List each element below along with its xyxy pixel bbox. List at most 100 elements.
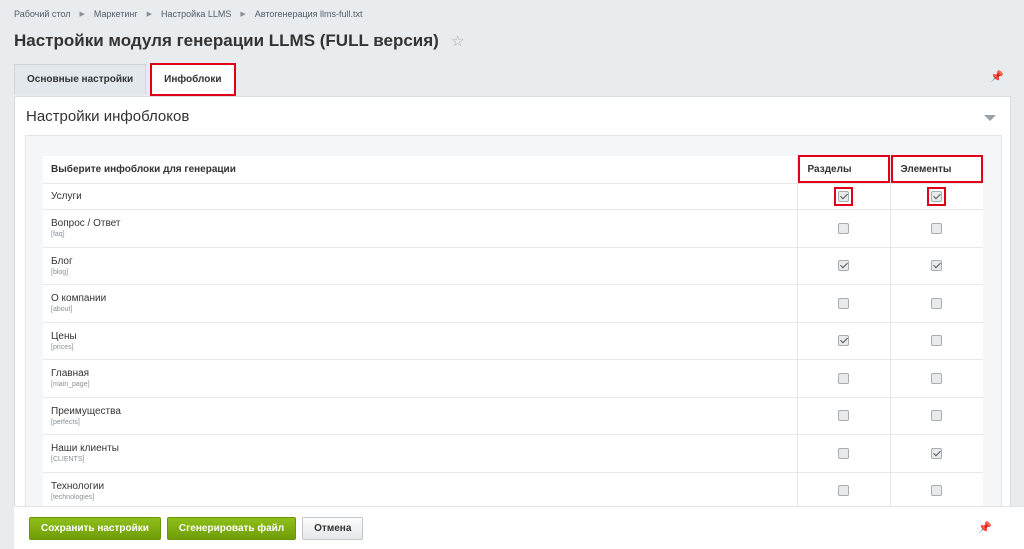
elements-cell: [889, 284, 983, 323]
elements-cell: [889, 322, 983, 360]
infoblock-name-cell: Главная [main_page]: [43, 359, 797, 398]
infoblock-code: [prices]: [51, 343, 74, 351]
infoblock-name: Блог: [51, 255, 73, 267]
highlight-box: Разделы: [797, 155, 890, 183]
sections-cell: [796, 183, 890, 210]
infoblock-name-cell: Технологии [technologies]: [43, 472, 797, 510]
breadcrumb-item[interactable]: Маркетинг: [94, 9, 138, 19]
infoblock-name-cell: Наши клиенты [CLIENTS]: [43, 434, 797, 473]
infoblock-code: [perfects]: [51, 418, 80, 426]
elements-checkbox[interactable]: [931, 260, 943, 272]
sections-checkbox[interactable]: [838, 260, 849, 272]
highlight-box: [927, 187, 947, 206]
table-row: Цены [prices]: [43, 322, 983, 360]
star-icon[interactable]: ☆: [451, 32, 464, 50]
tab-infoblocks[interactable]: Инфоблоки: [150, 63, 236, 96]
sections-checkbox[interactable]: [838, 335, 849, 347]
infoblock-code: [technologies]: [51, 493, 95, 501]
breadcrumb: Рабочий стол ▶ Маркетинг ▶ Настройка LLM…: [14, 9, 363, 19]
infoblock-name: Вопрос / Ответ: [51, 218, 121, 230]
infoblock-code: [CLIENTS]: [51, 456, 85, 464]
infoblock-code: [main_page]: [51, 381, 90, 389]
sections-cell: [796, 434, 890, 473]
infoblock-name-cell: Цены [prices]: [43, 322, 797, 360]
sections-checkbox[interactable]: [838, 372, 849, 384]
column-header-elements-label: Элементы: [900, 163, 952, 175]
elements-checkbox[interactable]: [931, 372, 943, 384]
sections-checkbox[interactable]: [838, 222, 849, 234]
page-title: Настройки модуля генерации LLMS (FULL ве…: [14, 31, 464, 51]
sections-checkbox[interactable]: [838, 191, 849, 202]
sections-cell: [796, 284, 890, 323]
tab-bar: Основные настройки Инфоблоки: [14, 63, 240, 96]
highlight-box: [834, 187, 853, 206]
sections-checkbox[interactable]: [838, 410, 849, 422]
infoblocks-table: Выберите инфоблоки для генерации Разделы…: [43, 155, 983, 510]
sections-cell: [796, 397, 890, 435]
elements-cell: [889, 183, 983, 210]
sections-checkbox[interactable]: [838, 447, 849, 459]
column-header-sections-label: Разделы: [807, 163, 852, 175]
cancel-button[interactable]: Отмена: [302, 516, 364, 540]
elements-cell: [889, 472, 983, 510]
table-header-row: Выберите инфоблоки для генерации Разделы…: [43, 155, 983, 184]
settings-panel: Настройки инфоблоков Выберите инфоблоки …: [14, 96, 1011, 516]
elements-cell: [889, 209, 983, 248]
chevron-right-icon: ▶: [79, 11, 85, 18]
infoblock-name-cell: Вопрос / Ответ [faq]: [43, 209, 797, 248]
chevron-right-icon: ▶: [240, 11, 246, 18]
sections-checkbox[interactable]: [838, 485, 849, 497]
infoblock-name-cell: Услуги: [43, 183, 797, 210]
infoblock-name: Главная: [51, 368, 90, 380]
elements-cell: [889, 247, 983, 285]
pin-icon[interactable]: 📌: [990, 70, 1004, 83]
column-header-name: Выберите инфоблоки для генерации: [43, 156, 797, 184]
infoblock-name: Технологии: [51, 480, 105, 492]
elements-checkbox[interactable]: [931, 297, 943, 309]
elements-cell: [889, 359, 983, 398]
infoblock-code: [faq]: [51, 231, 65, 239]
elements-checkbox[interactable]: [931, 447, 943, 459]
chevron-right-icon: ▶: [146, 11, 153, 18]
table-row: Технологии [technologies]: [43, 472, 983, 510]
infoblock-code: [about]: [51, 306, 73, 314]
elements-checkbox[interactable]: [931, 410, 943, 422]
infoblocks-area: Выберите инфоблоки для генерации Разделы…: [25, 135, 1002, 515]
sections-cell: [796, 247, 890, 285]
infoblock-name: Цены: [51, 330, 77, 342]
breadcrumb-item[interactable]: Рабочий стол: [14, 9, 71, 19]
table-row: Блог [blog]: [43, 247, 983, 285]
breadcrumb-item[interactable]: Автогенерация llms-full.txt: [255, 9, 363, 19]
sections-checkbox[interactable]: [838, 297, 849, 309]
elements-checkbox[interactable]: [931, 485, 943, 497]
page-title-text: Настройки модуля генерации LLMS (FULL ве…: [14, 31, 439, 50]
collapse-icon[interactable]: [984, 115, 996, 121]
table-row: О компании [about]: [43, 284, 983, 323]
infoblock-name-cell: Блог [blog]: [43, 247, 797, 285]
elements-checkbox[interactable]: [931, 335, 943, 347]
sections-cell: [796, 209, 890, 248]
sections-cell: [796, 472, 890, 510]
generate-file-button[interactable]: Сгенерировать файл: [166, 516, 297, 540]
highlight-box: Элементы: [890, 155, 983, 183]
infoblock-name-cell: О компании [about]: [43, 284, 797, 323]
infoblock-name: Услуги: [51, 191, 82, 202]
column-header-sections: Разделы: [796, 155, 890, 184]
footer-bar: Сохранить настройки Сгенерировать файл О…: [14, 506, 1024, 549]
tab-main-settings[interactable]: Основные настройки: [14, 64, 147, 94]
infoblock-name: О компании: [51, 293, 107, 305]
sections-cell: [796, 359, 890, 398]
breadcrumb-item[interactable]: Настройка LLMS: [161, 9, 231, 19]
save-settings-button[interactable]: Сохранить настройки: [29, 516, 161, 540]
table-row: Вопрос / Ответ [faq]: [43, 209, 983, 248]
infoblock-name: Преимущества: [51, 405, 121, 417]
panel-title: Настройки инфоблоков: [26, 108, 190, 125]
column-header-elements: Элементы: [889, 155, 983, 184]
elements-cell: [889, 434, 983, 473]
infoblock-name-cell: Преимущества [perfects]: [43, 397, 797, 435]
infoblock-code: [blog]: [51, 268, 69, 276]
elements-checkbox[interactable]: [931, 191, 943, 202]
pin-icon[interactable]: 📌: [978, 521, 992, 534]
sections-cell: [796, 322, 890, 360]
elements-checkbox[interactable]: [931, 222, 943, 234]
